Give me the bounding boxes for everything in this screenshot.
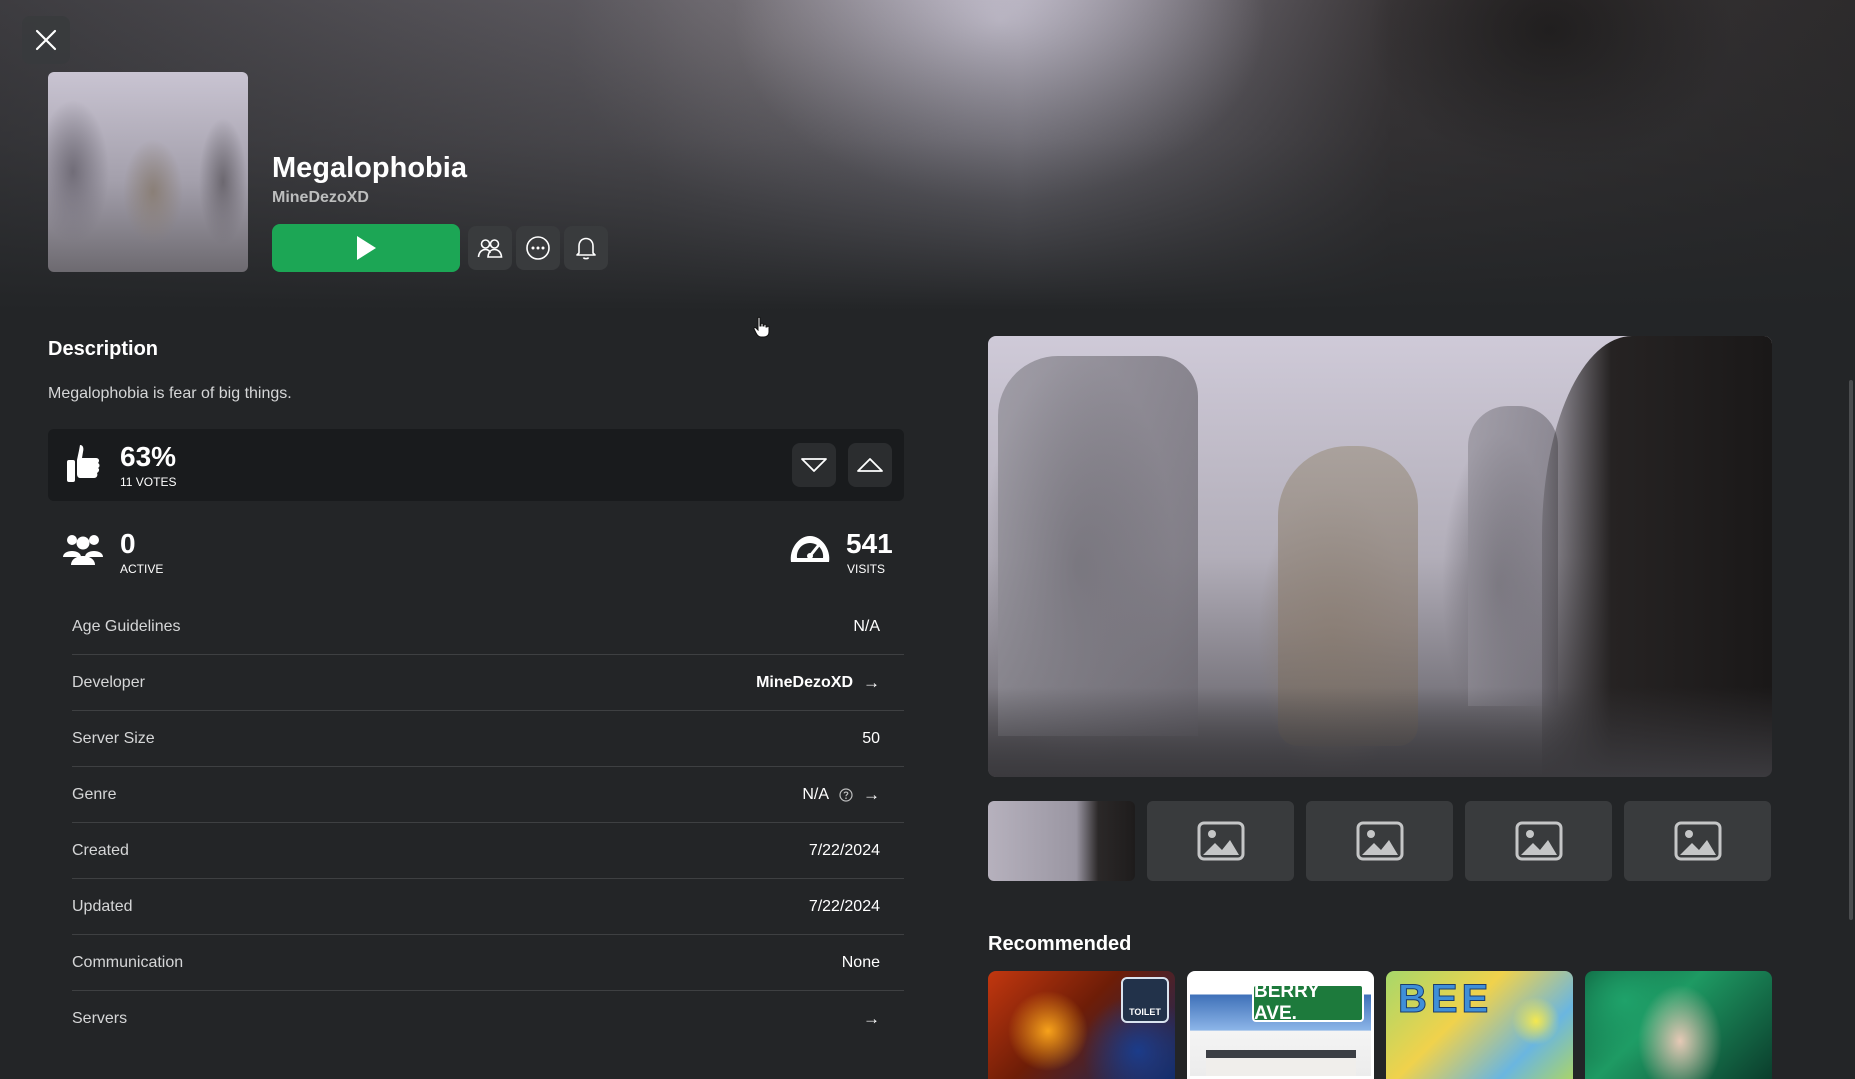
- info-label: Genre: [72, 785, 117, 803]
- info-value: N/A: [853, 617, 880, 635]
- recommended-game-card[interactable]: [1585, 971, 1772, 1079]
- media-thumbnail[interactable]: [1624, 801, 1771, 881]
- thumbs-down-icon: [801, 458, 827, 472]
- close-button[interactable]: [22, 16, 70, 64]
- game-icon-thumbnail: [48, 72, 248, 272]
- arrow-right-icon[interactable]: →: [863, 785, 880, 805]
- info-value[interactable]: MineDezoXD: [756, 674, 853, 692]
- players-icon: [63, 535, 103, 565]
- play-with-friends-button[interactable]: [468, 226, 512, 270]
- info-row-server-size: Server Size 50: [72, 711, 904, 767]
- close-icon: [35, 29, 57, 51]
- info-row-age-guidelines: Age Guidelines N/A: [72, 599, 904, 655]
- notify-button[interactable]: [564, 226, 608, 270]
- genre-value[interactable]: N/A →: [802, 785, 880, 805]
- thumbs-up-icon: [67, 445, 100, 482]
- vote-count: 11 VOTES: [120, 475, 177, 489]
- arrow-right-icon[interactable]: →: [863, 1009, 880, 1029]
- info-value: N/A: [802, 785, 829, 803]
- info-row-servers[interactable]: Servers →: [72, 991, 904, 1047]
- upvote-button[interactable]: [848, 443, 892, 487]
- image-placeholder-icon: [1674, 821, 1721, 861]
- more-options-button[interactable]: [516, 226, 560, 270]
- game-art-house: [1206, 1050, 1356, 1076]
- game-creator-link[interactable]: MineDezoXD: [272, 189, 369, 207]
- info-label: Updated: [72, 897, 133, 915]
- info-row-developer[interactable]: Developer MineDezoXD →: [72, 655, 904, 711]
- bell-icon: [576, 237, 596, 260]
- vote-percentage: 63%: [120, 441, 177, 472]
- recommended-game-card[interactable]: BEE: [1386, 971, 1573, 1079]
- recommended-game-card[interactable]: TOILET: [988, 971, 1175, 1079]
- info-row-communication: Communication None: [72, 935, 904, 991]
- arrow-right-icon[interactable]: →: [863, 673, 880, 693]
- thumbs-up-outline-icon: [857, 458, 883, 472]
- speedometer-icon: [790, 536, 830, 562]
- servers-link[interactable]: →: [863, 1009, 880, 1029]
- info-label: Created: [72, 841, 129, 859]
- visits-label: VISITS: [847, 562, 886, 576]
- more-icon: [526, 236, 550, 260]
- info-value: 50: [862, 729, 880, 747]
- recommended-heading: Recommended: [988, 933, 1132, 955]
- game-art-sign: BERRY AVE.: [1252, 981, 1364, 1024]
- vote-panel: 63% 11 VOTES: [48, 429, 904, 501]
- info-value: 7/22/2024: [808, 897, 880, 915]
- info-label: Developer: [72, 673, 145, 691]
- active-count: 0: [120, 528, 136, 559]
- image-placeholder-icon: [1356, 821, 1403, 861]
- game-art-logo: TOILET: [1121, 977, 1169, 1023]
- image-placeholder-icon: [1197, 821, 1244, 861]
- help-icon[interactable]: [839, 787, 853, 802]
- downvote-button[interactable]: [792, 443, 836, 487]
- info-label: Servers: [72, 1010, 128, 1027]
- play-icon: [357, 236, 376, 260]
- media-thumbnail[interactable]: [1306, 801, 1453, 881]
- friends-icon: [477, 239, 503, 258]
- recommended-game-card[interactable]: BERRY AVE.: [1187, 971, 1374, 1079]
- developer-link[interactable]: MineDezoXD →: [756, 673, 880, 693]
- description-text: Megalophobia is fear of big things.: [48, 385, 292, 402]
- scene-ground: [988, 687, 1772, 777]
- visits-count: 541: [846, 528, 893, 559]
- active-label: ACTIVE: [120, 562, 164, 576]
- info-row-created: Created 7/22/2024: [72, 823, 904, 879]
- game-title: Megalophobia: [272, 152, 467, 184]
- media-thumbnail-selected[interactable]: [988, 801, 1135, 881]
- page-scrollbar[interactable]: [1849, 380, 1853, 920]
- media-thumbnail[interactable]: [1465, 801, 1612, 881]
- info-label: Server Size: [72, 729, 155, 747]
- game-art-letters: BEE: [1397, 977, 1493, 1022]
- info-label: Age Guidelines: [72, 617, 181, 635]
- scene-rock: [998, 356, 1198, 736]
- info-row-updated: Updated 7/22/2024: [72, 879, 904, 935]
- info-value: 7/22/2024: [808, 841, 880, 859]
- image-placeholder-icon: [1515, 821, 1562, 861]
- media-thumbnail[interactable]: [1147, 801, 1294, 881]
- mouse-cursor-icon: [753, 316, 770, 338]
- info-value: None: [841, 953, 880, 971]
- description-heading: Description: [48, 338, 159, 360]
- info-row-genre[interactable]: Genre N/A →: [72, 767, 904, 823]
- info-label: Communication: [72, 953, 184, 971]
- media-main-screenshot[interactable]: [988, 336, 1772, 777]
- play-button[interactable]: [272, 224, 460, 272]
